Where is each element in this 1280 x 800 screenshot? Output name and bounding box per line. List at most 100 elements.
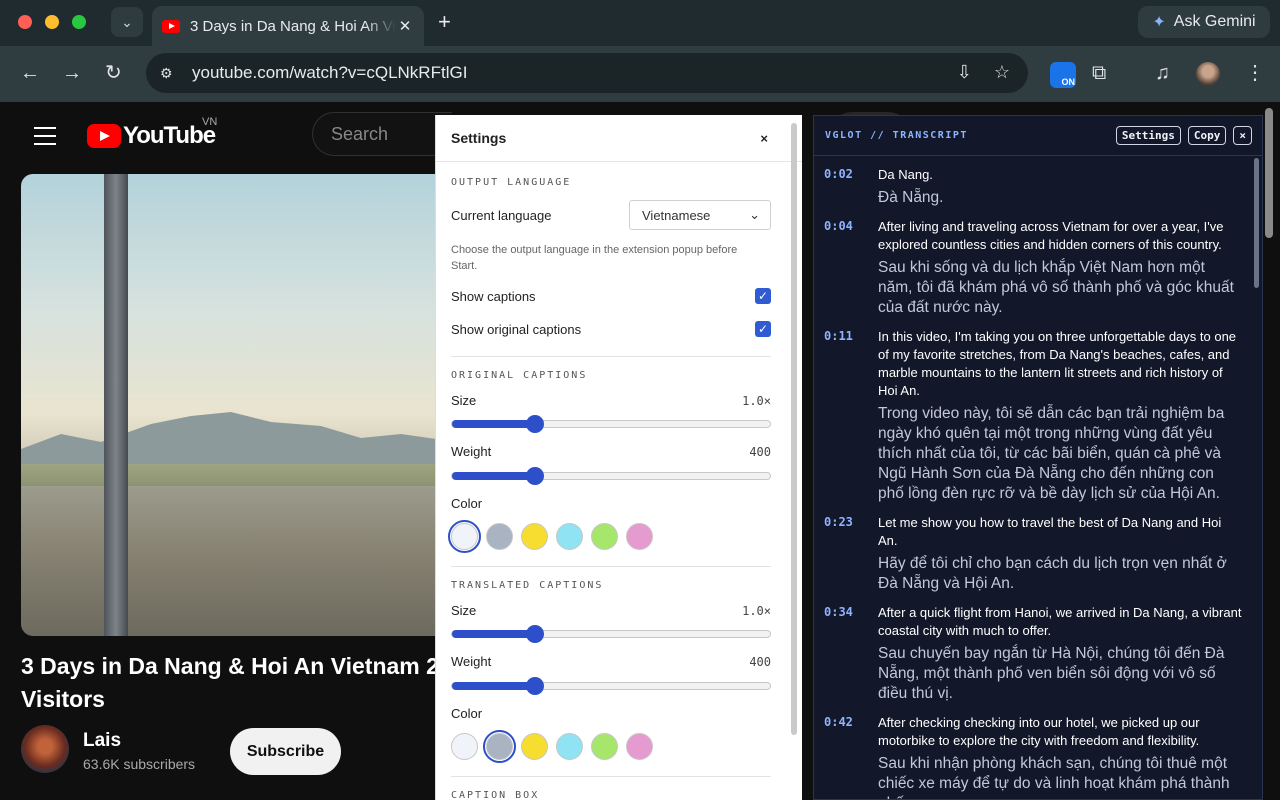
country-code: VN bbox=[202, 116, 218, 128]
color-swatch[interactable] bbox=[556, 523, 583, 550]
transcript-copy-button[interactable]: Copy bbox=[1187, 126, 1227, 145]
slider-thumb[interactable] bbox=[525, 467, 544, 485]
tab-close-icon[interactable]: ✕ bbox=[396, 17, 414, 35]
menu-hamburger-icon[interactable] bbox=[34, 127, 56, 151]
color-swatch[interactable] bbox=[521, 523, 548, 550]
original-weight-label: Weight bbox=[451, 444, 492, 459]
minimize-window-button[interactable] bbox=[45, 15, 59, 29]
translated-size-slider[interactable] bbox=[451, 625, 771, 643]
original-weight-slider[interactable] bbox=[451, 467, 771, 485]
transcript-close-button[interactable]: × bbox=[1233, 126, 1252, 145]
transcript-entry[interactable]: 0:02 Da Nang. Đà Nẵng. bbox=[824, 166, 1262, 208]
tab-youtube[interactable]: 3 Days in Da Nang & Hoi An Vietnam 2025 … bbox=[152, 6, 424, 46]
color-swatch[interactable] bbox=[626, 733, 653, 760]
transcript-timestamp[interactable]: 0:42 bbox=[824, 714, 878, 799]
close-window-button[interactable] bbox=[18, 15, 32, 29]
original-size-row: Size 1.0× bbox=[451, 393, 771, 408]
site-info-icon[interactable]: ⚙ bbox=[160, 65, 178, 82]
transcript-timestamp[interactable]: 0:23 bbox=[824, 514, 878, 594]
slider-fill bbox=[452, 472, 535, 480]
install-app-icon[interactable]: ⇩ bbox=[957, 62, 972, 83]
video-player[interactable] bbox=[21, 174, 457, 636]
current-language-label: Current language bbox=[451, 207, 552, 223]
slider-thumb[interactable] bbox=[525, 677, 544, 695]
video-title-line2: Visitors bbox=[21, 686, 105, 712]
show-captions-label: Show captions bbox=[451, 288, 536, 304]
transcript-entry[interactable]: 0:04 After living and traveling across Vi… bbox=[824, 218, 1262, 318]
translated-weight-value: 400 bbox=[749, 654, 771, 669]
show-original-checkbox[interactable]: ✓ bbox=[755, 321, 771, 337]
transcript-entry[interactable]: 0:34 After a quick flight from Hanoi, we … bbox=[824, 604, 1262, 704]
extensions-puzzle-icon[interactable]: ⧉ bbox=[1092, 62, 1106, 84]
search-input[interactable]: Search bbox=[312, 112, 452, 156]
caption-box-heading: CAPTION BOX bbox=[451, 790, 540, 800]
browser-toolbar: ← → ↻ ⚙ youtube.com/watch?v=cQLNkRFtlGI … bbox=[0, 46, 1280, 102]
slider-fill bbox=[452, 420, 535, 428]
color-swatch[interactable] bbox=[451, 733, 478, 760]
divider bbox=[451, 356, 771, 357]
channel-avatar[interactable] bbox=[21, 725, 69, 773]
transcript-entry[interactable]: 0:11 In this video, I'm taking you on thr… bbox=[824, 328, 1262, 504]
video-title: 3 Days in Da Nang & Hoi An Vietnam 20 Vi… bbox=[21, 650, 452, 716]
transcript-scrollbar[interactable] bbox=[1254, 158, 1259, 288]
media-controls-icon[interactable]: ♫ bbox=[1155, 62, 1170, 84]
vglot-extension-icon[interactable]: ON bbox=[1050, 62, 1076, 88]
original-size-slider[interactable] bbox=[451, 415, 771, 433]
original-size-value: 1.0× bbox=[742, 393, 771, 408]
color-swatch[interactable] bbox=[591, 733, 618, 760]
settings-scrollbar[interactable] bbox=[791, 123, 797, 735]
transcript-translated-text: Trong video này, tôi sẽ dẫn các bạn trải… bbox=[878, 405, 1225, 502]
show-captions-checkbox[interactable]: ✓ bbox=[755, 288, 771, 304]
slider-thumb[interactable] bbox=[525, 415, 544, 433]
tab-title: 3 Days in Da Nang & Hoi An Vietnam 2025 bbox=[190, 17, 396, 35]
transcript-timestamp[interactable]: 0:11 bbox=[824, 328, 878, 504]
transcript-text: After living and traveling across Vietna… bbox=[878, 218, 1242, 318]
subscribe-button[interactable]: Subscribe bbox=[230, 728, 341, 775]
profile-avatar[interactable] bbox=[1196, 62, 1220, 86]
page-scrollbar[interactable] bbox=[1265, 108, 1273, 238]
ask-gemini-label: Ask Gemini bbox=[1173, 13, 1256, 30]
address-bar[interactable]: ⚙ youtube.com/watch?v=cQLNkRFtlGI ⇩ ☆ bbox=[146, 53, 1028, 93]
ask-gemini-button[interactable]: ✦ Ask Gemini bbox=[1138, 6, 1270, 38]
color-swatch[interactable] bbox=[556, 733, 583, 760]
color-swatch[interactable] bbox=[448, 520, 481, 553]
translated-size-value: 1.0× bbox=[742, 603, 771, 618]
language-select[interactable]: Vietnamese ⌄ bbox=[629, 200, 771, 230]
color-swatch[interactable] bbox=[483, 730, 516, 763]
settings-panel: Settings × OUTPUT LANGUAGE Current langu… bbox=[435, 115, 802, 800]
transcript-entry[interactable]: 0:23 Let me show you how to travel the be… bbox=[824, 514, 1262, 594]
youtube-logo[interactable]: YouTube VN bbox=[87, 116, 217, 150]
transcript-original-text: After living and traveling across Vietna… bbox=[878, 219, 1224, 252]
transcript-entry[interactable]: 0:42 After checking checking into our hot… bbox=[824, 714, 1262, 799]
forward-arrow-icon[interactable]: → bbox=[62, 62, 82, 84]
translated-weight-slider[interactable] bbox=[451, 677, 771, 695]
translated-color-label: Color bbox=[451, 706, 483, 721]
back-arrow-icon[interactable]: ← bbox=[20, 62, 40, 84]
original-color-swatches bbox=[448, 520, 653, 553]
transcript-timestamp[interactable]: 0:34 bbox=[824, 604, 878, 704]
chevron-down-icon: ⌄ bbox=[749, 207, 760, 222]
transcript-panel: VGLOT // TRANSCRIPT Settings Copy × 0:02… bbox=[813, 115, 1263, 800]
url-text[interactable]: youtube.com/watch?v=cQLNkRFtlGI bbox=[192, 63, 467, 83]
youtube-favicon-icon bbox=[162, 19, 180, 33]
color-swatch[interactable] bbox=[521, 733, 548, 760]
transcript-text: After checking checking into our hotel, … bbox=[878, 714, 1242, 799]
bookmark-star-icon[interactable]: ☆ bbox=[994, 62, 1010, 83]
color-swatch[interactable] bbox=[591, 523, 618, 550]
new-tab-button[interactable]: + bbox=[438, 9, 451, 35]
transcript-original-text: In this video, I'm taking you on three u… bbox=[878, 329, 1237, 398]
slider-fill bbox=[452, 630, 535, 638]
color-swatch[interactable] bbox=[626, 523, 653, 550]
color-swatch[interactable] bbox=[486, 523, 513, 550]
transcript-settings-button[interactable]: Settings bbox=[1115, 126, 1181, 145]
transcript-timestamp[interactable]: 0:04 bbox=[824, 218, 878, 318]
tab-search-chevron-icon[interactable]: ⌄ bbox=[111, 7, 143, 37]
more-menu-icon[interactable]: ⋮ bbox=[1245, 62, 1265, 84]
maximize-window-button[interactable] bbox=[72, 15, 86, 29]
mountains-graphic bbox=[21, 412, 457, 464]
reload-icon[interactable]: ↻ bbox=[105, 62, 122, 84]
channel-name[interactable]: Lais bbox=[83, 730, 121, 752]
slider-thumb[interactable] bbox=[525, 625, 544, 643]
transcript-timestamp[interactable]: 0:02 bbox=[824, 166, 878, 208]
settings-close-icon[interactable]: × bbox=[760, 131, 768, 146]
